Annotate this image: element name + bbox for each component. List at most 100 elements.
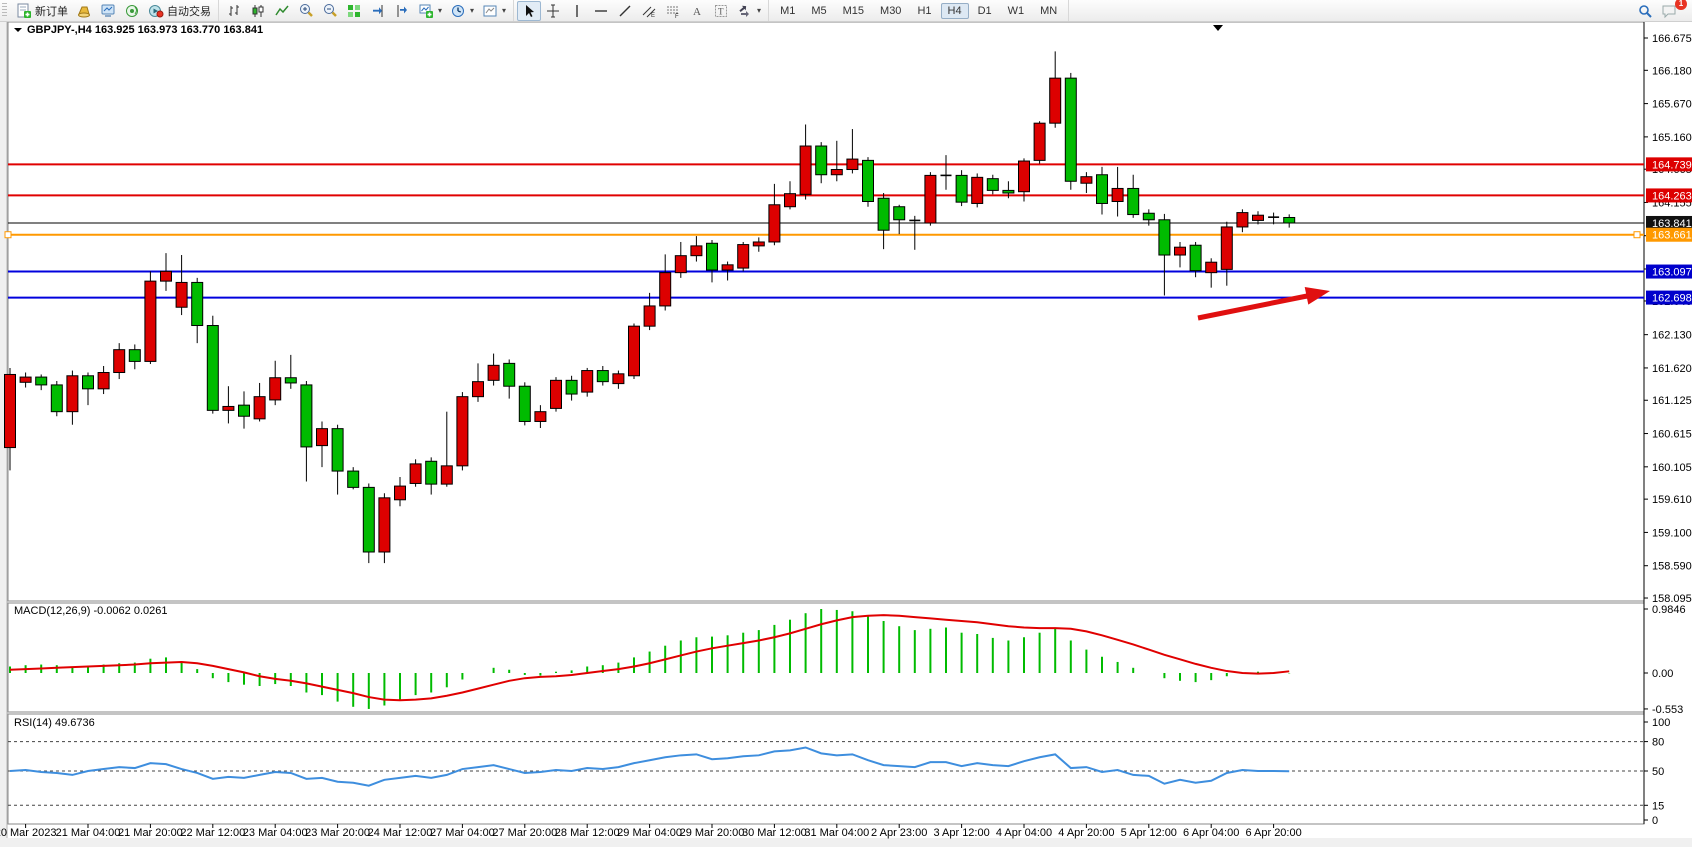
candle-body[interactable]	[332, 429, 343, 471]
tf-button-m1[interactable]: M1	[773, 3, 802, 19]
candle-body[interactable]	[254, 397, 265, 419]
zoom-in-button[interactable]	[294, 1, 318, 21]
candle-body[interactable]	[1284, 217, 1295, 222]
candle-body[interactable]	[317, 429, 328, 446]
candle-body[interactable]	[582, 371, 593, 393]
candle-body[interactable]	[722, 265, 733, 270]
candle-body[interactable]	[1097, 175, 1108, 204]
candle-body[interactable]	[738, 245, 749, 268]
chart-canvas[interactable]: 166.675166.180165.670165.160164.665164.1…	[0, 0, 1692, 847]
candle-body[interactable]	[629, 326, 640, 376]
candle-body[interactable]	[878, 198, 889, 230]
candle-body[interactable]	[675, 256, 686, 273]
candle-body[interactable]	[894, 207, 905, 220]
candle-body[interactable]	[1175, 247, 1186, 255]
label-tool-button[interactable]: T	[709, 1, 733, 21]
candle-body[interactable]	[1034, 123, 1045, 160]
chat-button[interactable]: 1	[1657, 1, 1682, 21]
trendline-tool-button[interactable]	[613, 1, 637, 21]
fibonacci-tool-button[interactable]: F	[661, 1, 685, 21]
hline-endpoint-right[interactable]	[1634, 232, 1640, 238]
search-button[interactable]	[1633, 1, 1657, 21]
candle-body[interactable]	[67, 376, 78, 412]
candle-body[interactable]	[223, 406, 234, 410]
arrows-tool-button[interactable]: ▾	[733, 1, 765, 21]
candle-body[interactable]	[1003, 190, 1014, 193]
candle-body[interactable]	[1143, 213, 1154, 220]
candle-body[interactable]	[36, 377, 47, 385]
tf-button-d1[interactable]: D1	[971, 3, 999, 19]
template-button[interactable]: ▾	[478, 1, 510, 21]
auto-scroll-button[interactable]	[366, 1, 390, 21]
vertical-line-tool-button[interactable]	[565, 1, 589, 21]
horizontal-line-tool-button[interactable]	[589, 1, 613, 21]
candle-body[interactable]	[1112, 188, 1123, 201]
hline-endpoint-left[interactable]	[5, 232, 11, 238]
candle-body[interactable]	[504, 363, 515, 386]
candle-body[interactable]	[847, 159, 858, 169]
tile-windows-button[interactable]	[342, 1, 366, 21]
candle-body[interactable]	[1237, 213, 1248, 227]
main-chart-panel[interactable]	[8, 22, 1644, 601]
channel-tool-button[interactable]: E	[637, 1, 661, 21]
candle-body[interactable]	[972, 177, 983, 203]
tf-button-m5[interactable]: M5	[804, 3, 833, 19]
candle-body[interactable]	[691, 246, 702, 256]
candle-body[interactable]	[1019, 161, 1030, 192]
candle-body[interactable]	[83, 376, 94, 389]
candle-body[interactable]	[925, 175, 936, 223]
candle-body[interactable]	[270, 378, 281, 400]
candle-body[interactable]	[987, 179, 998, 191]
styler-button[interactable]	[72, 1, 96, 21]
candle-body[interactable]	[566, 380, 577, 394]
line-chart-button[interactable]	[270, 1, 294, 21]
candle-body[interactable]	[519, 386, 530, 421]
bar-chart-button[interactable]	[222, 1, 246, 21]
candle-body[interactable]	[161, 271, 172, 281]
candle-body[interactable]	[644, 306, 655, 326]
candle-body[interactable]	[348, 471, 359, 487]
candle-body[interactable]	[535, 412, 546, 422]
candle-body[interactable]	[410, 464, 421, 484]
candle-body[interactable]	[1221, 227, 1232, 269]
tf-button-m15[interactable]: M15	[836, 3, 871, 19]
candle-body[interactable]	[1081, 177, 1092, 184]
candle-body[interactable]	[301, 385, 312, 447]
candle-body[interactable]	[379, 498, 390, 552]
navigator-button[interactable]	[120, 1, 144, 21]
tf-button-h1[interactable]: H1	[910, 3, 938, 19]
candle-body[interactable]	[129, 350, 140, 362]
candle-body[interactable]	[1253, 215, 1264, 220]
candle-body[interactable]	[239, 405, 250, 416]
tf-button-m30[interactable]: M30	[873, 3, 908, 19]
candle-body[interactable]	[769, 205, 780, 242]
candle-body[interactable]	[863, 160, 874, 201]
candle-body[interactable]	[660, 273, 671, 306]
new-chart-button[interactable]: ▾	[414, 1, 446, 21]
candle-body[interactable]	[1065, 78, 1076, 181]
candle-body[interactable]	[1206, 262, 1217, 272]
candle-body[interactable]	[1128, 188, 1139, 214]
autotrading-button[interactable]: 自动交易	[144, 1, 215, 21]
chart-shift-button[interactable]	[390, 1, 414, 21]
candle-body[interactable]	[426, 461, 437, 484]
candle-body[interactable]	[395, 486, 406, 500]
candle-body[interactable]	[207, 326, 218, 411]
candle-body[interactable]	[363, 487, 374, 552]
candle-body[interactable]	[956, 175, 967, 202]
new-order-button[interactable]: 新订单	[12, 1, 72, 21]
candle-body[interactable]	[785, 194, 796, 207]
candlestick-chart-button[interactable]	[246, 1, 270, 21]
candle-body[interactable]	[488, 365, 499, 380]
crosshair-tool-button[interactable]	[541, 1, 565, 21]
candle-body[interactable]	[457, 397, 468, 466]
tf-button-w1[interactable]: W1	[1001, 3, 1032, 19]
candle-body[interactable]	[51, 385, 62, 412]
candle-body[interactable]	[114, 350, 125, 373]
period-selector-button[interactable]: ▾	[446, 1, 478, 21]
zoom-out-button[interactable]	[318, 1, 342, 21]
text-tool-button[interactable]: A	[685, 1, 709, 21]
candle-body[interactable]	[831, 170, 842, 175]
candle-body[interactable]	[98, 373, 109, 389]
candle-body[interactable]	[441, 466, 452, 484]
